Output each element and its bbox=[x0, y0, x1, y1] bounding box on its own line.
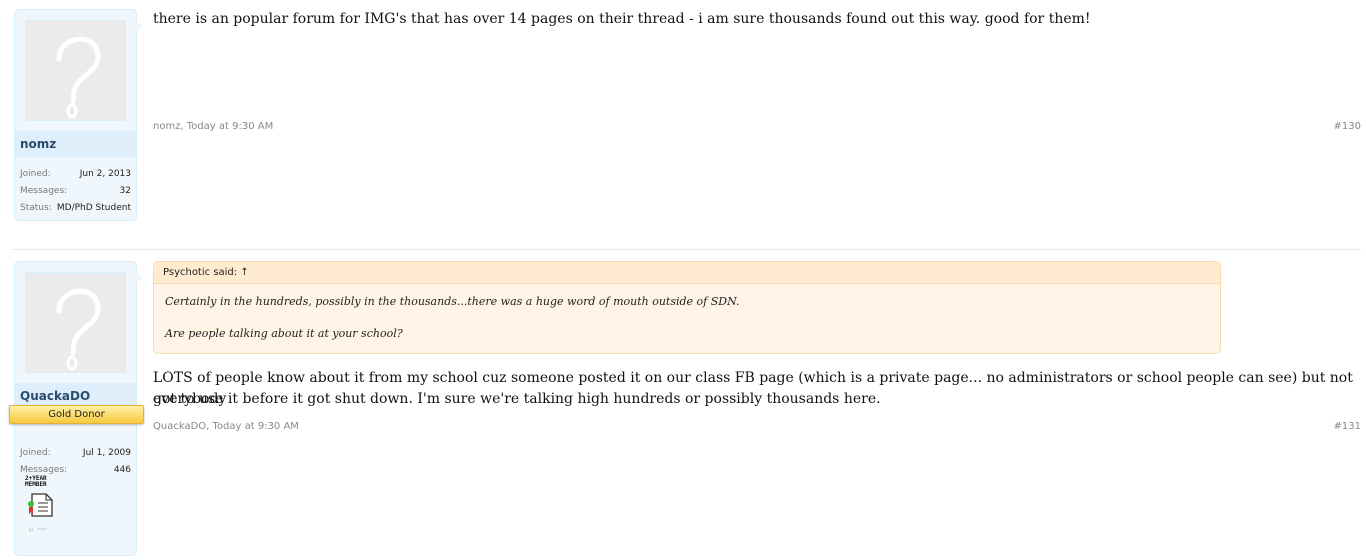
card-arrow bbox=[135, 272, 143, 284]
avatar[interactable] bbox=[25, 20, 126, 121]
user-info-card: nomz Joined: Jun 2, 2013 Messages: 32 St… bbox=[14, 9, 137, 221]
username-link[interactable]: nomz bbox=[20, 137, 56, 151]
stat-joined: Joined: Jul 1, 2009 bbox=[20, 447, 131, 459]
svg-text:M: M bbox=[29, 528, 33, 534]
stat-value: Jul 1, 2009 bbox=[82, 448, 131, 458]
stat-label: Messages: bbox=[20, 186, 68, 196]
svg-text:MEMBER: MEMBER bbox=[25, 481, 47, 488]
stat-status: Status: MD/PhD Student bbox=[20, 202, 131, 214]
username-link[interactable]: QuackaDO bbox=[20, 389, 90, 403]
stat-label: Joined: bbox=[20, 448, 51, 458]
post-number-link[interactable]: #131 bbox=[1334, 421, 1361, 432]
membership-badge[interactable]: 2+YEAR MEMBER M bbox=[23, 474, 63, 534]
stat-label: Joined: bbox=[20, 169, 51, 179]
card-arrow bbox=[135, 20, 143, 32]
quote-text: Certainly in the hundreds, possibly in t… bbox=[165, 295, 740, 308]
two-year-member-badge-icon: 2+YEAR MEMBER M bbox=[25, 475, 53, 534]
quote-text: Are people talking about it at your scho… bbox=[165, 327, 403, 340]
stat-messages: Messages: 32 bbox=[20, 185, 131, 197]
gold-donor-banner: Gold Donor bbox=[9, 405, 144, 424]
stat-value: MD/PhD Student bbox=[56, 203, 131, 213]
stat-label: Status: bbox=[20, 203, 52, 213]
post-meta[interactable]: nomz, Today at 9:30 AM bbox=[153, 121, 273, 132]
default-avatar-icon bbox=[56, 36, 101, 119]
stat-value[interactable]: 446 bbox=[114, 464, 131, 476]
post-divider bbox=[12, 249, 1361, 250]
post-number-link[interactable]: #130 bbox=[1334, 121, 1361, 132]
post-131: QuackaDO Gold Donor Joined: Jul 1, 2009 … bbox=[0, 252, 1366, 560]
username-bar: nomz bbox=[15, 131, 136, 157]
avatar[interactable] bbox=[25, 272, 126, 373]
user-info-card: QuackaDO Gold Donor Joined: Jul 1, 2009 … bbox=[9, 261, 144, 556]
post-meta[interactable]: QuackaDO, Today at 9:30 AM bbox=[153, 421, 299, 432]
stat-joined: Joined: Jun 2, 2013 bbox=[20, 168, 131, 180]
message-text: there is an popular forum for IMG's that… bbox=[153, 11, 1091, 27]
quote-block: Psychotic said: ↑ Certainly in the hundr… bbox=[153, 261, 1221, 354]
stat-value[interactable]: 32 bbox=[120, 185, 131, 197]
default-avatar-icon bbox=[56, 288, 101, 371]
message-text-line: got to use it before it got shut down. I… bbox=[153, 391, 881, 407]
post-130: nomz Joined: Jun 2, 2013 Messages: 32 St… bbox=[0, 0, 1366, 232]
quote-author[interactable]: Psychotic said: ↑ bbox=[154, 262, 1220, 284]
stat-value: Jun 2, 2013 bbox=[79, 169, 131, 179]
